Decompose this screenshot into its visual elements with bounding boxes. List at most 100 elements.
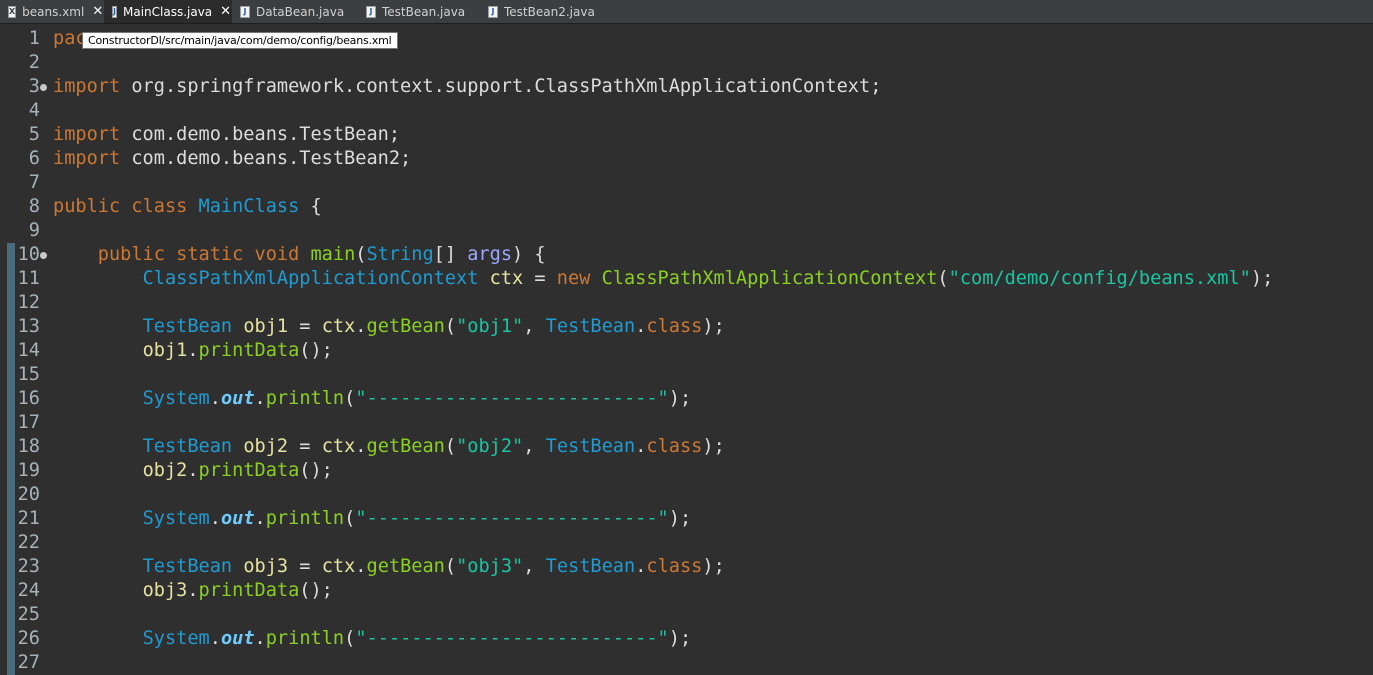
code-token: ctx (321, 316, 356, 337)
code-token: . (355, 316, 367, 337)
line-number: 19 (17, 460, 40, 481)
code-text[interactable]: import org.springframework.context.suppo… (53, 75, 881, 99)
code-editor[interactable]: 1 pac 2 3 import org.springframework.context… (0, 24, 1373, 675)
code-token: System (142, 628, 210, 649)
code-token: ); (1250, 268, 1274, 289)
code-token: obj3 (142, 580, 188, 601)
line-number: 10 (17, 244, 40, 265)
code-text[interactable]: TestBean obj2 = ctx.getBean("obj2", Test… (53, 435, 725, 459)
line-number: 13 (17, 316, 40, 337)
code-line: 12 (0, 291, 1373, 315)
line-number: 26 (17, 628, 40, 649)
xml-file-icon: X (8, 5, 17, 18)
java-file-icon: J (366, 5, 376, 18)
line-number: 16 (17, 388, 40, 409)
code-token: System (142, 388, 210, 409)
code-token: ctx (489, 268, 524, 289)
code-token: , (523, 316, 546, 337)
code-token: args (467, 244, 513, 265)
close-icon[interactable]: ✕ (92, 4, 103, 19)
code-token: "--------------------------" (355, 628, 669, 649)
tab-testbean-java[interactable]: J TestBean.java (358, 0, 480, 23)
code-line: 8 public class MainClass { (0, 195, 1373, 219)
code-text[interactable]: System.out.println("--------------------… (53, 507, 692, 531)
code-line: 13 TestBean obj1 = ctx.getBean("obj1", T… (0, 315, 1373, 339)
code-token: ( (444, 316, 457, 337)
code-text[interactable]: obj2.printData(); (53, 459, 333, 483)
code-token: TestBean (142, 556, 233, 577)
code-text[interactable]: TestBean obj3 = ctx.getBean("obj3", Test… (53, 555, 725, 579)
tab-label: beans.xml (22, 4, 85, 19)
code-token: obj2 (243, 436, 289, 457)
code-token: ( (937, 268, 949, 289)
code-token: = (288, 556, 322, 577)
code-text[interactable]: ClassPathXmlApplicationContext ctx = new… (53, 267, 1274, 291)
code-text[interactable]: TestBean obj1 = ctx.getBean("obj1", Test… (53, 315, 725, 339)
code-token: ctx (321, 436, 356, 457)
line-number: 9 (28, 220, 40, 241)
code-text[interactable]: System.out.println("--------------------… (53, 627, 692, 651)
tab-testbean2-java[interactable]: J TestBean2.java (480, 0, 614, 23)
code-token: obj1 (243, 316, 289, 337)
code-token: getBean (366, 436, 445, 457)
code-token: . (635, 316, 647, 337)
code-token: public class (53, 196, 199, 217)
line-number: 17 (17, 412, 40, 433)
code-token: . (355, 436, 367, 457)
code-token: "obj3" (456, 556, 524, 577)
code-token: ( (344, 508, 356, 529)
code-token: ) { (512, 244, 546, 265)
code-token: . (187, 340, 199, 361)
code-line: 21 System.out.println("-----------------… (0, 507, 1373, 531)
java-file-icon: J (488, 5, 498, 18)
code-token: = (288, 316, 322, 337)
code-line: 17 (0, 411, 1373, 435)
editor-tab-bar: Xbeans.xml ✕ J MainClass.java ✕ J DataBean.jav… (0, 0, 1373, 24)
code-token: ClassPathXmlApplicationContext (142, 268, 479, 289)
code-line: 24 obj3.printData(); (0, 579, 1373, 603)
close-icon[interactable]: ✕ (220, 4, 231, 19)
code-token: ); (702, 316, 725, 337)
code-token: TestBean (545, 316, 636, 337)
code-text[interactable]: obj3.printData(); (53, 579, 333, 603)
fold-toggle-icon[interactable] (40, 252, 47, 259)
code-token: TestBean (545, 556, 636, 577)
code-token: obj1 (142, 340, 188, 361)
code-text[interactable]: import com.demo.beans.TestBean; (53, 123, 400, 147)
code-token: . (635, 436, 647, 457)
tab-mainclass-java[interactable]: J MainClass.java ✕ (104, 0, 232, 23)
line-number: 27 (17, 652, 40, 673)
tab-beans-xml[interactable]: Xbeans.xml ✕ (0, 0, 104, 23)
code-text[interactable]: obj1.printData(); (53, 339, 333, 363)
code-line: 14 obj1.printData(); (0, 339, 1373, 363)
line-number: 14 (17, 340, 40, 361)
code-token: obj2 (142, 460, 188, 481)
line-number: 22 (17, 532, 40, 553)
code-token: , (523, 556, 546, 577)
line-number: 11 (17, 268, 40, 289)
code-token: (); (299, 460, 333, 481)
code-token: class (646, 316, 703, 337)
code-text[interactable]: System.out.println("--------------------… (53, 387, 692, 411)
code-text[interactable]: import com.demo.beans.TestBean2; (53, 147, 411, 171)
tab-databean-java[interactable]: J DataBean.java (232, 0, 358, 23)
code-text[interactable]: public static void main(String[] args) { (53, 243, 546, 267)
code-token: printData (198, 460, 300, 481)
code-token: = (288, 436, 322, 457)
code-line: 5 import com.demo.beans.TestBean; (0, 123, 1373, 147)
code-token: println (265, 628, 345, 649)
fold-toggle-icon[interactable] (40, 84, 47, 91)
line-number: 2 (28, 52, 40, 73)
code-text[interactable]: public class MainClass { (53, 195, 322, 219)
line-number: 25 (17, 604, 40, 625)
code-token: ); (668, 388, 692, 409)
code-token: ( (344, 628, 356, 649)
